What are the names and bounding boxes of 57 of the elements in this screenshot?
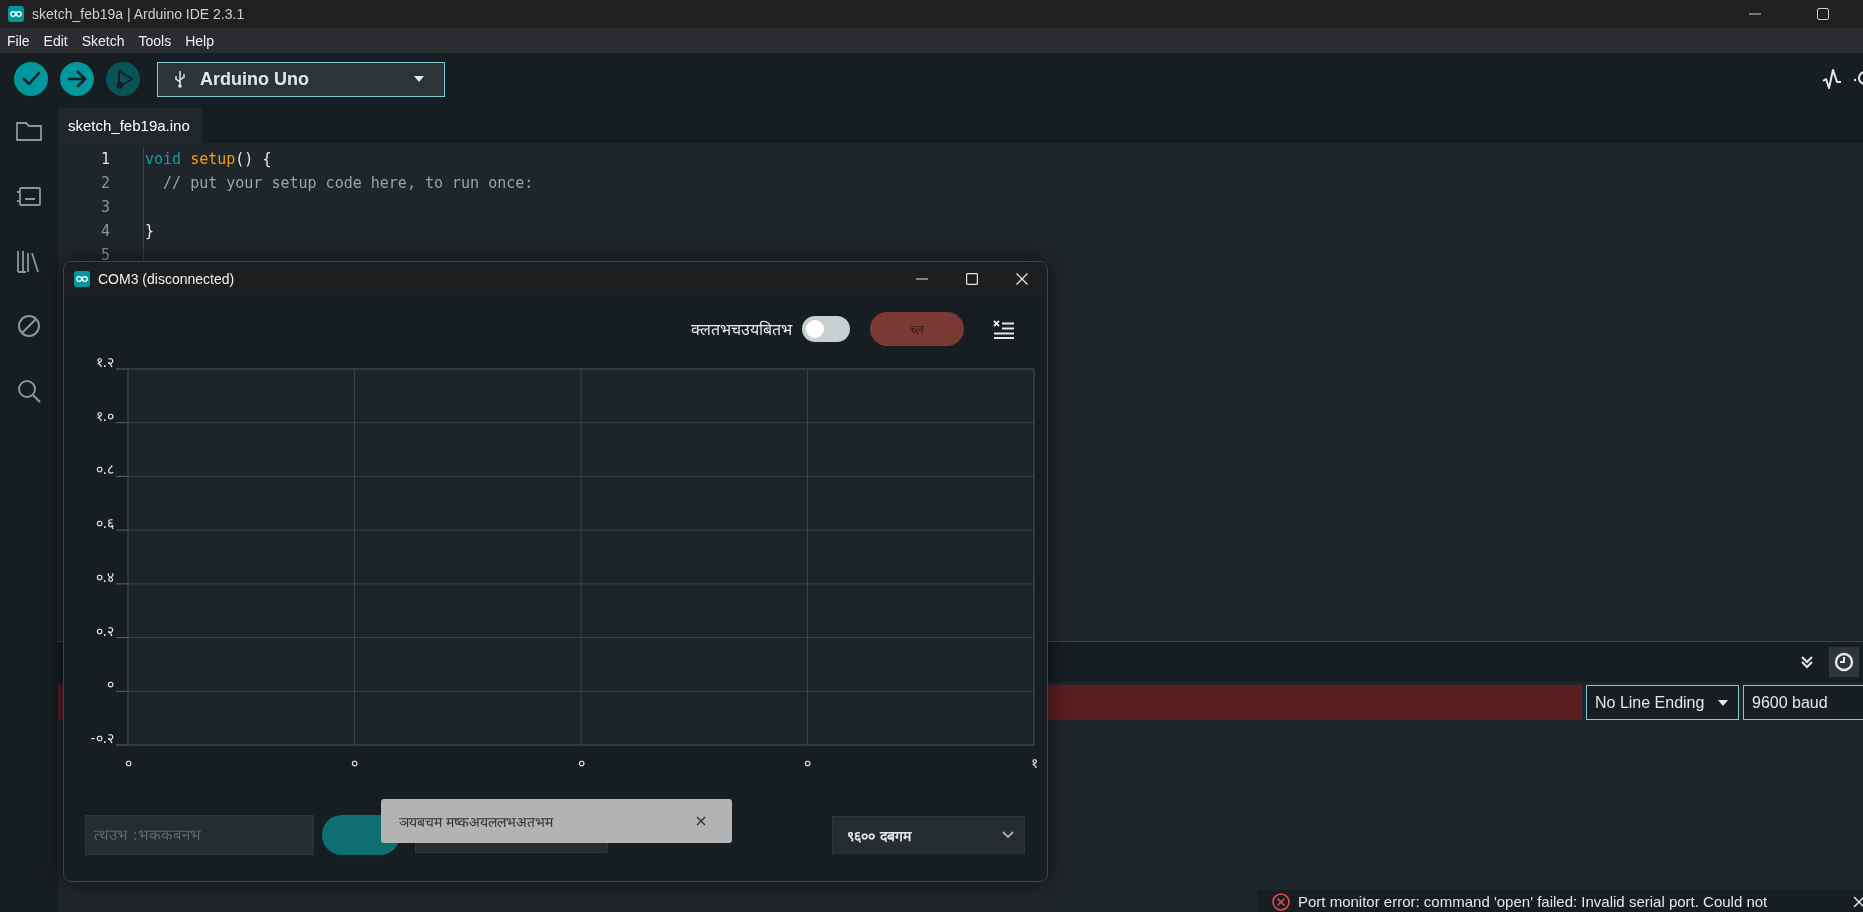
- usb-icon: [174, 70, 186, 88]
- error-icon: [1272, 893, 1290, 911]
- menu-item[interactable]: Sketch: [81, 32, 125, 49]
- board-selector[interactable]: Arduino Uno: [157, 61, 445, 97]
- y-axis-tick-label: ०.८: [95, 461, 114, 478]
- maximize-icon[interactable]: [1817, 8, 1829, 20]
- double-chevron-icon[interactable]: [1800, 655, 1814, 669]
- line-ending-dropdown[interactable]: No Line Ending: [1586, 685, 1739, 720]
- line-number: 2: [99, 174, 110, 192]
- verify-button[interactable]: [14, 62, 48, 96]
- message-field[interactable]: त्थउभ :भककबनभ: [85, 815, 314, 855]
- code-line: // put your setup code here, to run once:: [143, 171, 534, 195]
- baud-rate-dropdown[interactable]: 9600 baud: [1743, 685, 1863, 720]
- menu-item[interactable]: Help: [185, 32, 214, 49]
- code-line: }: [143, 219, 155, 243]
- search-icon[interactable]: [15, 377, 43, 405]
- y-axis-tick-label: ०: [107, 676, 114, 693]
- serial-plotter-icon[interactable]: [1821, 68, 1843, 90]
- x-axis-tick-label: ०: [804, 755, 811, 771]
- chevron-down-icon: [1002, 831, 1014, 839]
- no-entry-icon[interactable]: [15, 312, 43, 340]
- menu-item[interactable]: Edit: [43, 32, 68, 49]
- toast-message: ञयबचम मष्कअयललभअतभम: [399, 812, 555, 831]
- caret-icon: [414, 76, 424, 82]
- app-logo-icon: [8, 6, 24, 22]
- baud-rate-dropdown[interactable]: ९६०० दबगम: [832, 816, 1025, 854]
- x-axis-tick-label: ०: [577, 755, 585, 771]
- interpolate-toggle[interactable]: [802, 316, 850, 342]
- clear-icon[interactable]: [993, 319, 1015, 339]
- x-axis-tick-label: ०: [351, 755, 358, 771]
- y-axis-tick-label: -०.२: [90, 730, 114, 746]
- notification-message: Port monitor error: command 'open' failed: Invalid serial port. Could not: [1298, 893, 1768, 910]
- y-axis-tick-label: १.२: [95, 358, 114, 370]
- x-axis-tick-label: ०: [124, 755, 132, 771]
- y-axis-tick-label: ०.४: [95, 568, 114, 585]
- upload-button[interactable]: [60, 62, 94, 96]
- line-number: 3: [99, 198, 110, 216]
- caret-icon: [1718, 699, 1728, 706]
- menu-item[interactable]: File: [7, 32, 30, 49]
- y-axis-tick-label: ०.२: [95, 622, 114, 639]
- close-icon[interactable]: [696, 816, 706, 826]
- line-number: 5: [99, 246, 110, 264]
- board-name: Arduino Uno: [200, 68, 309, 90]
- interpolate-label: क्लतभचउयबितभ: [691, 319, 792, 340]
- app-logo-icon: [74, 271, 90, 287]
- code-line: void setup() {: [143, 147, 272, 171]
- y-axis-tick-label: १.०: [95, 407, 114, 424]
- file-tab[interactable]: sketch_feb19a.ino: [58, 108, 202, 143]
- window-title: sketch_feb19a | Arduino IDE 2.3.1: [32, 6, 245, 22]
- x-axis-tick-label: १: [1030, 755, 1038, 771]
- menu-item[interactable]: Tools: [138, 32, 172, 49]
- maximize-icon[interactable]: [966, 273, 978, 285]
- line-number: 1: [99, 150, 110, 168]
- window-title: COM3 (disconnected): [98, 271, 235, 287]
- timestamp-button[interactable]: [1829, 647, 1859, 677]
- line-number: 4: [99, 222, 110, 240]
- y-axis-tick-label: ०.६: [95, 515, 114, 532]
